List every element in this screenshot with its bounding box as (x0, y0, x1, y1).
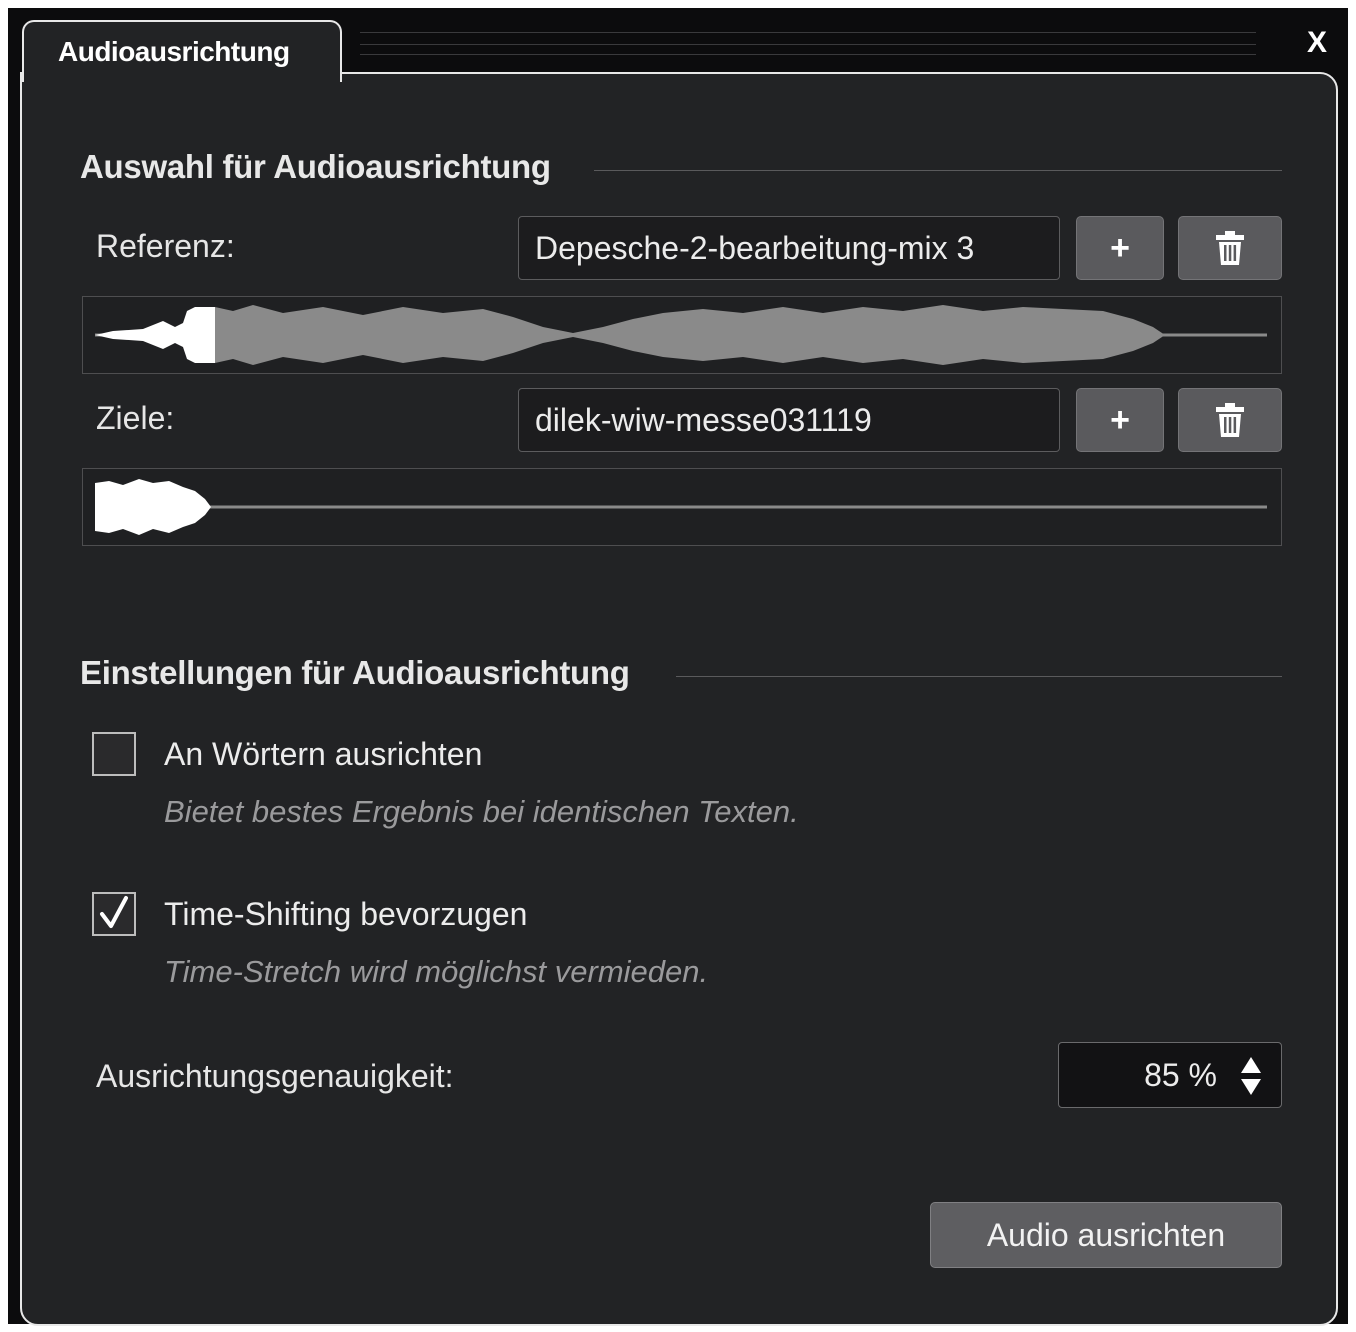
prefer-time-shift-label: Time-Shifting bevorzugen (164, 896, 528, 932)
targets-label: Ziele: (96, 400, 175, 436)
align-words-hint: Bietet bestes Ergebnis bei identischen T… (164, 794, 799, 829)
close-button[interactable]: X (1300, 26, 1334, 60)
delete-target-button[interactable] (1178, 388, 1282, 452)
section-divider (594, 170, 1282, 171)
tab-strip-line (360, 44, 1256, 45)
align-words-label: An Wörtern ausrichten (164, 736, 483, 772)
stepper-arrows-icon[interactable] (1239, 1055, 1263, 1097)
tab-strip-line (360, 32, 1256, 33)
align-audio-button[interactable]: Audio ausrichten (930, 1202, 1282, 1268)
add-target-button[interactable]: + (1076, 388, 1164, 452)
trash-icon (1216, 231, 1244, 265)
tab-audio-alignment[interactable]: Audioausrichtung (22, 20, 342, 82)
target-waveform-graphic (95, 479, 1267, 535)
reference-field[interactable]: Depesche-2-bearbeitung-mix 3 (518, 216, 1060, 280)
tab-label: Audioausrichtung (58, 36, 290, 67)
reference-waveform (82, 296, 1282, 374)
target-waveform (82, 468, 1282, 546)
accuracy-spinbox[interactable]: 85 % (1058, 1042, 1282, 1108)
selection-section-title: Auswahl für Audioausrichtung (80, 148, 551, 185)
prefer-time-shift-checkbox[interactable] (92, 892, 136, 936)
accuracy-value: 85 % (1144, 1057, 1217, 1093)
settings-section-title: Einstellungen für Audioausrichtung (80, 654, 630, 691)
tab-strip-line (360, 54, 1256, 55)
delete-reference-button[interactable] (1178, 216, 1282, 280)
trash-icon (1216, 403, 1244, 437)
targets-field[interactable]: dilek-wiw-messe031119 (518, 388, 1060, 452)
checkmark-icon (100, 896, 128, 928)
plus-icon: + (1110, 228, 1130, 267)
reference-waveform-graphic (95, 305, 1267, 365)
section-divider (676, 676, 1282, 677)
plus-icon: + (1110, 400, 1130, 439)
audio-alignment-panel: Auswahl für Audioausrichtung Referenz: D… (20, 72, 1338, 1326)
reference-label: Referenz: (96, 228, 235, 264)
prefer-time-shift-hint: Time-Stretch wird möglichst vermieden. (164, 954, 709, 989)
accuracy-label: Ausrichtungsgenauigkeit: (96, 1058, 454, 1094)
add-reference-button[interactable]: + (1076, 216, 1164, 280)
align-words-checkbox[interactable] (92, 732, 136, 776)
